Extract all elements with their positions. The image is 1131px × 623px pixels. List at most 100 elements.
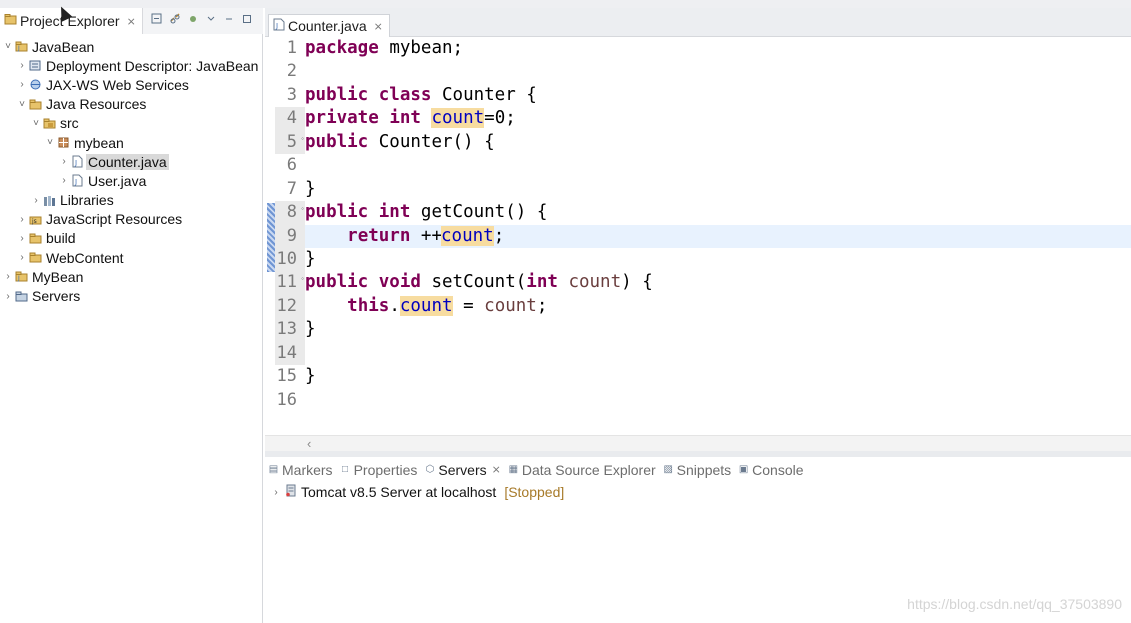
expand-icon[interactable]: ›: [58, 156, 70, 167]
folder-icon: [29, 232, 42, 245]
tab-markers[interactable]: ▤ Markers: [265, 457, 337, 482]
code-line[interactable]: }: [305, 365, 1131, 388]
web-services-icon: [29, 78, 42, 91]
keyword-token: public: [305, 131, 369, 152]
main-toolbar: [0, 0, 1131, 8]
collapse-icon[interactable]: ˅: [44, 137, 56, 148]
code-line[interactable]: [305, 389, 1131, 412]
keyword-token: int: [526, 272, 558, 293]
expand-icon[interactable]: ›: [16, 233, 28, 244]
keyword-token: package: [305, 38, 379, 58]
tree-item[interactable]: › J User.java: [0, 171, 262, 190]
code-token: }: [305, 319, 316, 340]
code-line[interactable]: private int count=0;: [305, 107, 1131, 130]
line-number: 15: [276, 366, 297, 387]
code-line[interactable]: public void setCount(int count) {: [305, 271, 1131, 294]
tab-data-source-explorer[interactable]: ▦ Data Source Explorer: [505, 457, 660, 482]
close-icon[interactable]: ⨯: [492, 463, 501, 476]
tab-snippets[interactable]: ▧ Snippets: [660, 457, 735, 482]
tree-item[interactable]: ˅ J JavaBean: [0, 37, 262, 56]
tree-item[interactable]: › js JavaScript Resources: [0, 210, 262, 229]
expand-icon[interactable]: ›: [2, 291, 14, 302]
line-number: 1: [286, 38, 297, 58]
tree-item[interactable]: ˅ mybean: [0, 133, 262, 152]
view-tab-label: Servers: [438, 461, 487, 478]
tree-item-label: build: [46, 230, 76, 247]
keyword-token: return: [347, 225, 411, 246]
expand-icon[interactable]: ›: [16, 79, 28, 90]
view-tab-label: Snippets: [676, 461, 732, 478]
tree-item[interactable]: › Libraries: [0, 191, 262, 210]
tab-counter-java[interactable]: J Counter.java ⨯: [268, 14, 390, 37]
code-line[interactable]: }: [305, 318, 1131, 341]
tree-item[interactable]: › Servers: [0, 286, 262, 305]
expand-icon[interactable]: ›: [16, 252, 28, 263]
scroll-left-icon[interactable]: ‹: [307, 436, 311, 452]
tree-item-label: JavaScript Resources: [46, 211, 183, 228]
code-line[interactable]: this.count = count;: [305, 295, 1131, 318]
server-tree-item[interactable]: › Tomcat v8.5 Server at localhost [Stopp…: [271, 483, 564, 501]
horizontal-scrollbar[interactable]: ‹: [265, 435, 1131, 451]
code-line[interactable]: return ++count;: [305, 224, 1131, 248]
tree-item[interactable]: › Deployment Descriptor: JavaBean: [0, 56, 262, 75]
tab-console[interactable]: ▣ Console: [735, 457, 807, 482]
keyword-token: private: [305, 108, 379, 129]
tree-item[interactable]: › J MyBean: [0, 267, 262, 286]
expand-icon[interactable]: ›: [58, 175, 70, 186]
expand-icon[interactable]: ›: [30, 195, 42, 206]
code-line[interactable]: package mybean;: [305, 37, 1131, 60]
tree-item[interactable]: › JAX-WS Web Services: [0, 75, 262, 94]
close-icon[interactable]: ⨯: [374, 20, 383, 33]
tab-properties[interactable]: □ Properties: [337, 457, 422, 482]
expand-icon[interactable]: ›: [271, 487, 281, 498]
close-icon[interactable]: ⨯: [127, 15, 136, 28]
tab-servers[interactable]: ⬡ Servers ⨯: [421, 457, 504, 482]
fold-marker-icon[interactable]: ◦: [301, 134, 304, 143]
line-number-row: 14: [275, 341, 305, 366]
code-token: .: [389, 295, 400, 316]
expand-icon[interactable]: ›: [16, 214, 28, 225]
expand-icon[interactable]: ›: [16, 60, 28, 71]
code-line[interactable]: }: [305, 178, 1131, 201]
link-with-editor-icon[interactable]: [169, 13, 181, 25]
tree-item-label: Deployment Descriptor: JavaBean: [46, 57, 259, 74]
code-line[interactable]: [305, 60, 1131, 83]
fold-marker-icon[interactable]: ◦: [301, 274, 304, 283]
fold-marker-icon[interactable]: ◦: [301, 204, 304, 213]
collapse-all-icon[interactable]: [151, 13, 163, 25]
code-line[interactable]: public class Counter {: [305, 84, 1131, 107]
console-icon: ▣: [738, 464, 749, 475]
maximize-icon[interactable]: [241, 13, 253, 25]
tree-item[interactable]: › J Counter.java: [0, 152, 262, 171]
tree-item[interactable]: ˅ src: [0, 114, 262, 133]
collapse-icon[interactable]: ˅: [16, 99, 28, 110]
view-menu-icon[interactable]: [205, 13, 217, 25]
code-line[interactable]: [305, 154, 1131, 177]
code-line[interactable]: [305, 342, 1131, 365]
tree-item[interactable]: ˅ Java Resources: [0, 95, 262, 114]
line-number-row: 7: [275, 178, 305, 201]
line-number-row: 13: [275, 318, 305, 342]
focus-icon[interactable]: [187, 13, 199, 25]
tree-item-label: mybean: [74, 134, 124, 151]
code-line[interactable]: public int getCount() {: [305, 201, 1131, 224]
tree-item[interactable]: › build: [0, 229, 262, 248]
line-number: 14: [275, 341, 305, 366]
code-editor[interactable]: 1 2 3 4 5 ◦ 6 7 8 ◦ 9 10 11 ◦ 12 13 14 15 16 package mybea…: [265, 37, 1131, 435]
bottom-views-tabbar: ▤ Markers □ Properties ⬡ Servers ⨯ ▦ Data Source…: [265, 457, 1131, 482]
code-line[interactable]: }: [305, 248, 1131, 271]
collapse-icon[interactable]: ˅: [2, 41, 14, 52]
java-file-icon: J: [71, 155, 84, 168]
tab-project-explorer[interactable]: Project Explorer ⨯: [0, 8, 143, 34]
code-token: ;: [493, 225, 505, 246]
collapse-icon[interactable]: ˅: [30, 118, 42, 129]
expand-icon[interactable]: ›: [2, 271, 14, 282]
source-folder-icon: [43, 117, 56, 130]
line-number-row: 2: [275, 60, 305, 83]
code-text-area[interactable]: package mybean; public class Counter {pri…: [305, 37, 1131, 412]
tree-item-label: User.java: [88, 172, 147, 189]
code-line[interactable]: public Counter() {: [305, 131, 1131, 154]
minimize-icon[interactable]: [223, 13, 235, 25]
tree-item[interactable]: › WebContent: [0, 248, 262, 267]
code-token: }: [305, 178, 316, 199]
